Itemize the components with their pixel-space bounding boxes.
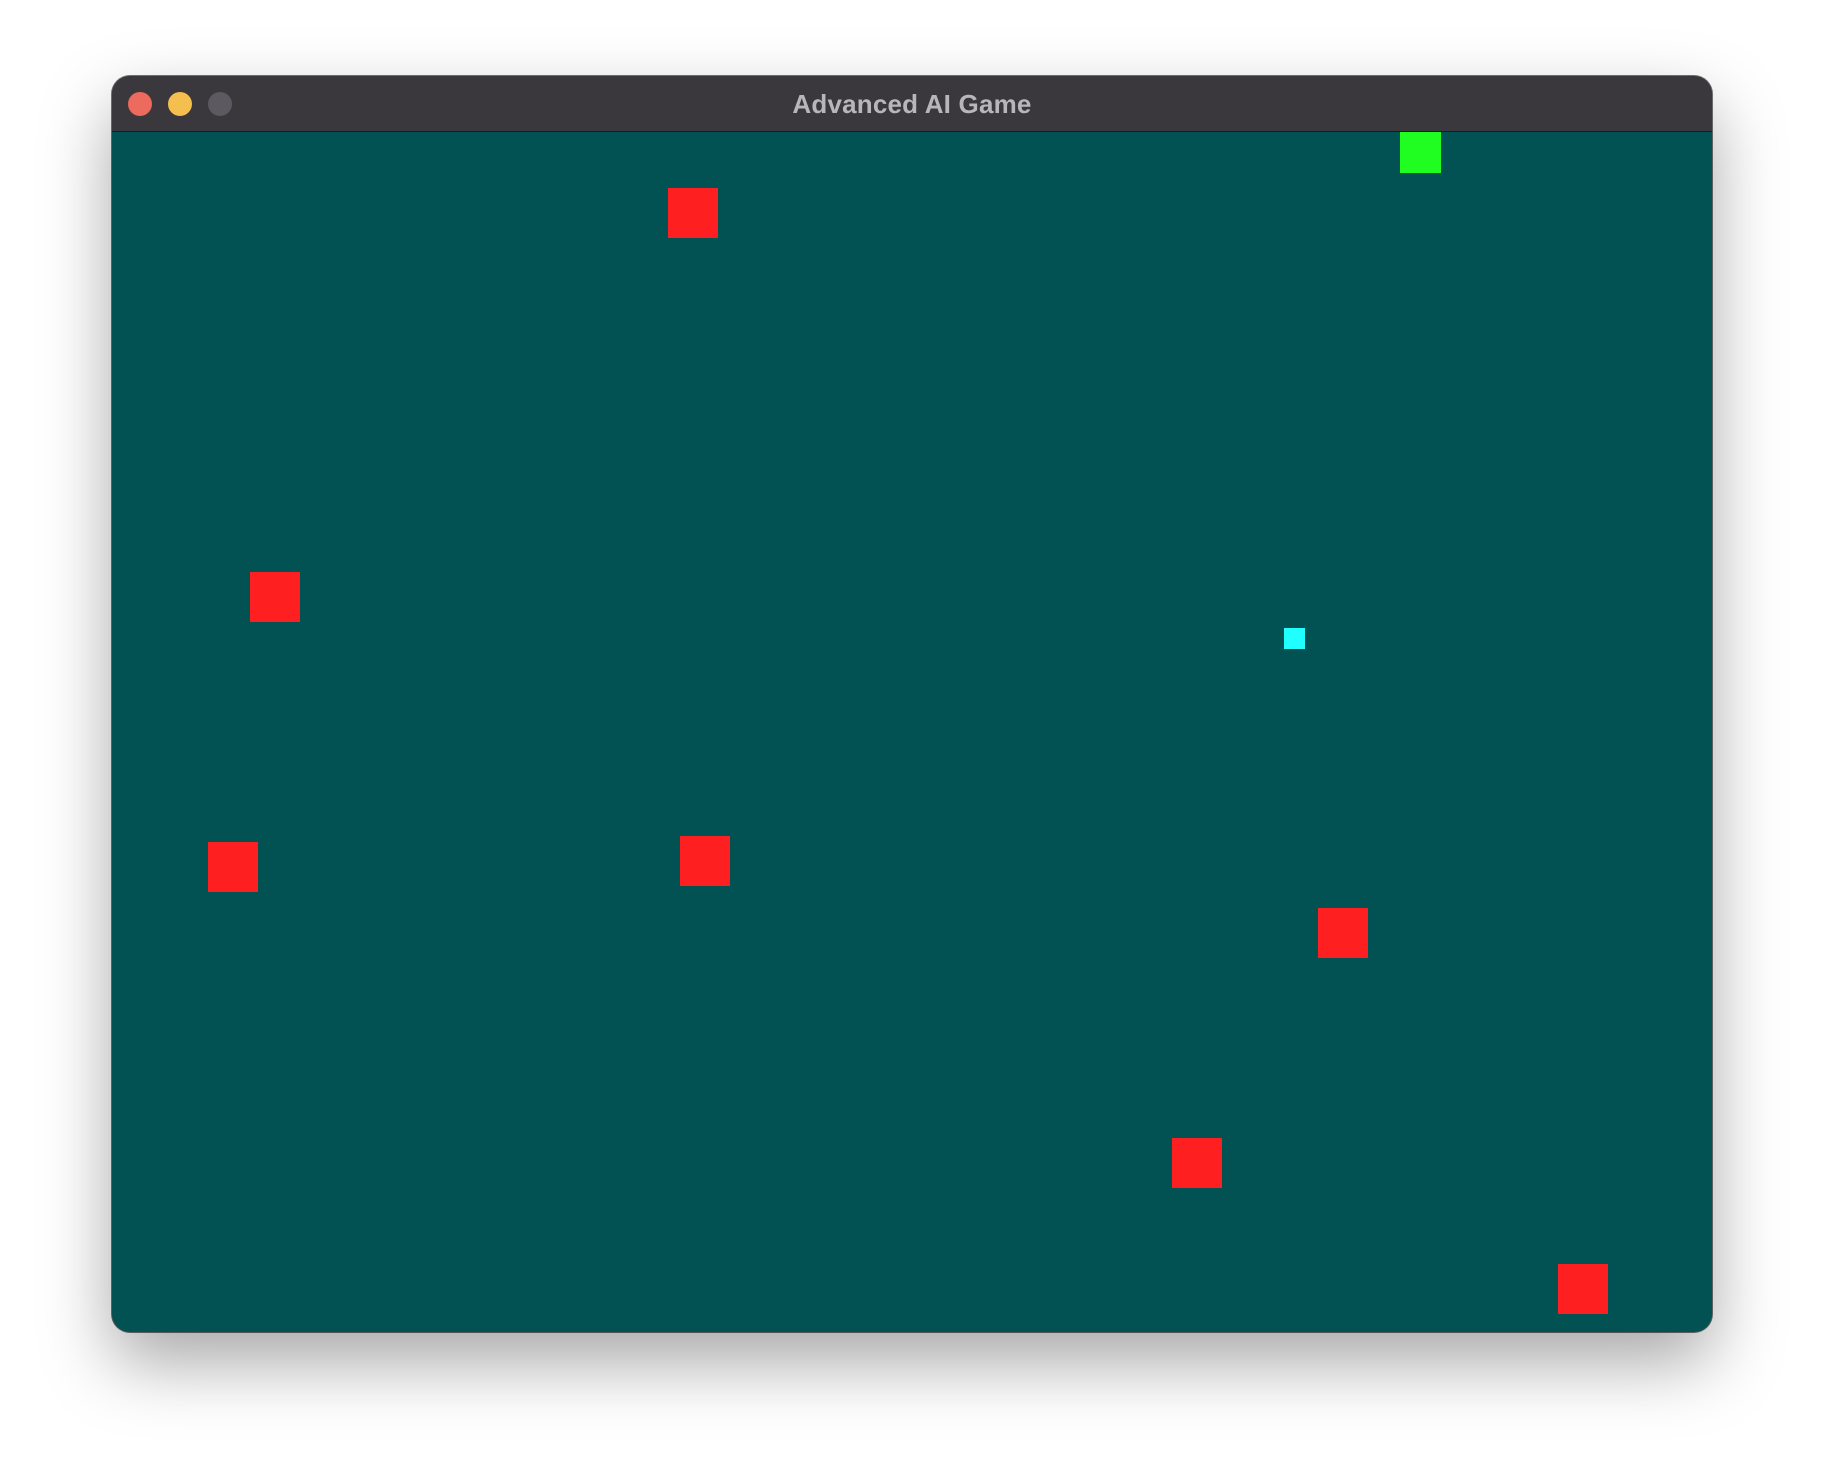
title-bar[interactable]: Advanced AI Game — [112, 76, 1712, 132]
game-window: Advanced AI Game — [112, 76, 1712, 1332]
enemy-block — [208, 842, 258, 892]
window-title: Advanced AI Game — [792, 89, 1032, 119]
enemy-block — [1558, 1264, 1608, 1314]
player-block — [1284, 628, 1305, 649]
enemy-block — [668, 188, 718, 238]
enemy-block — [1172, 1138, 1222, 1188]
game-canvas[interactable] — [112, 132, 1712, 1332]
enemy-block — [680, 836, 730, 886]
goal-block — [1400, 132, 1441, 173]
enemy-block — [250, 572, 300, 622]
enemy-block — [1318, 908, 1368, 958]
